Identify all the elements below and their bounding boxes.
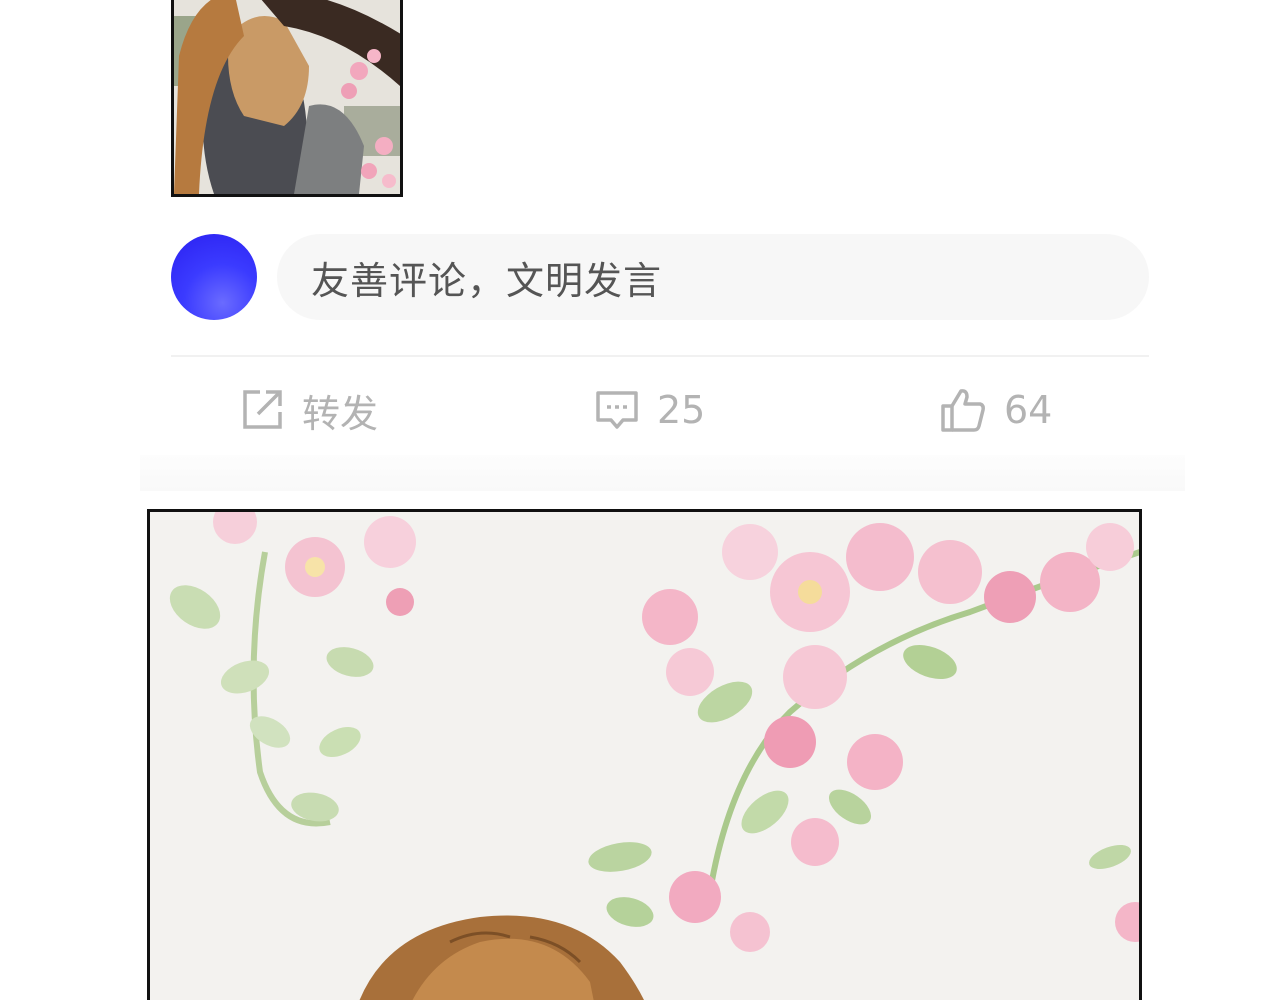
- comic-panel-artwork: [150, 512, 1139, 1000]
- comment-count: 25: [657, 388, 706, 432]
- section-separator: [140, 455, 1185, 491]
- feed-page: 友善评论，文明发言 转发 25 64: [0, 0, 1280, 1000]
- share-button[interactable]: 转发: [240, 382, 378, 438]
- comment-placeholder: 友善评论，文明发言: [311, 258, 663, 303]
- share-icon: [240, 388, 284, 432]
- comment-button[interactable]: 25: [595, 382, 705, 438]
- thumbnail-artwork: [174, 0, 400, 194]
- comic-panel[interactable]: [147, 509, 1142, 1000]
- like-icon: [940, 387, 986, 433]
- like-button[interactable]: 64: [940, 382, 1052, 438]
- comment-icon: [595, 388, 639, 432]
- comic-thumbnail[interactable]: [171, 0, 403, 197]
- comment-input[interactable]: 友善评论，文明发言: [277, 234, 1149, 320]
- divider: [171, 355, 1149, 357]
- like-count: 64: [1004, 388, 1053, 432]
- share-label: 转发: [302, 391, 379, 436]
- avatar[interactable]: [171, 234, 257, 320]
